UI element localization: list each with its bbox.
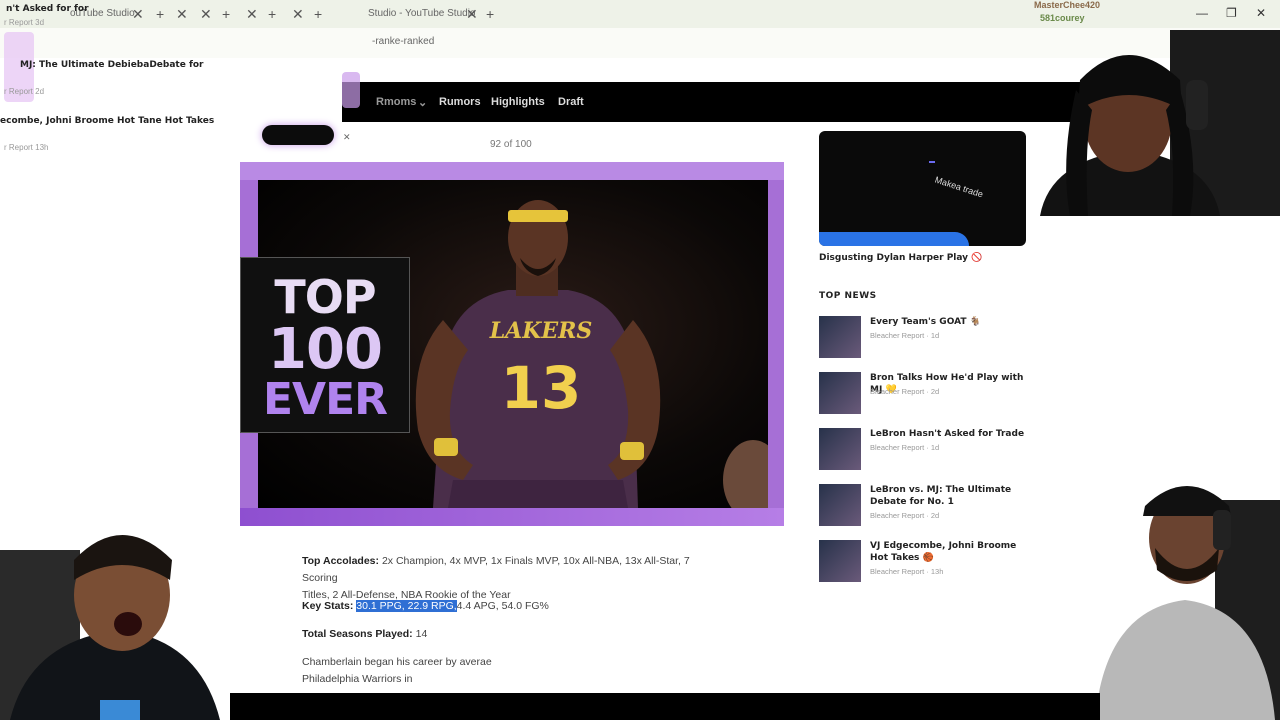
- news-thumbnail[interactable]: [819, 316, 861, 358]
- chat-username: MasterChee420: [1034, 0, 1101, 10]
- close-tab-icon[interactable]: ✕: [292, 4, 304, 24]
- close-tab-icon[interactable]: ✕: [200, 4, 212, 24]
- seasons-label: Total Seasons Played:: [302, 628, 413, 640]
- new-tab-icon[interactable]: +: [268, 4, 276, 24]
- new-tab-icon[interactable]: +: [156, 4, 164, 24]
- news-source: Bleacher Report · 2d: [870, 387, 940, 396]
- accolades-paragraph: Top Accolades: 2x Champion, 4x MVP, 1x F…: [302, 553, 722, 604]
- key-stats-paragraph: Key Stats: 30.1 PPG, 22.9 RPG,4.4 APG, 5…: [302, 598, 549, 615]
- seasons-value: 14: [415, 628, 428, 640]
- body-text: Chamberlain began his career by averae: [302, 656, 492, 668]
- close-tab-icon[interactable]: ✕: [176, 4, 188, 24]
- nav-item-highlights[interactable]: Highlights: [491, 96, 545, 108]
- ghost-meta: r Report 13h: [4, 143, 49, 152]
- stream-bottom-bar: [230, 693, 1100, 720]
- ghost-headline: ecombe, Johni Broome Hot Tane Hot Takes: [0, 116, 215, 126]
- top-news-heading: TOP NEWS: [819, 291, 877, 301]
- news-title[interactable]: LeBron Hasn't Asked for Trade: [870, 428, 1030, 440]
- news-title[interactable]: VJ Edgecombe, Johni Broome Hot Takes 🏀: [870, 540, 1030, 564]
- nav-item-rumors[interactable]: Rumors: [439, 96, 481, 108]
- news-source: Bleacher Report · 13h: [870, 567, 944, 576]
- top100-badge: TOP 100 EVER: [240, 257, 410, 433]
- chevron-down-icon[interactable]: ⌄: [418, 96, 427, 109]
- streamer-avatar: [1040, 30, 1280, 216]
- selected-text[interactable]: 30.1 PPG, 22.9 RPG,: [356, 600, 457, 612]
- streamer-avatar: [0, 535, 220, 720]
- body-paragraph: Chamberlain began his career by averae P…: [302, 654, 492, 688]
- browser-tab[interactable]: Studio - YouTube Studio: [368, 4, 476, 24]
- seasons-paragraph: Total Seasons Played: 14: [302, 626, 427, 643]
- news-thumbnail[interactable]: [819, 484, 861, 526]
- key-stats-text: 4.4 APG, 54.0 FG%: [456, 600, 549, 612]
- ghost-headline: n't Asked for for: [6, 4, 89, 14]
- news-source: Bleacher Report · 1d: [870, 331, 940, 340]
- maximize-icon[interactable]: ❐: [1226, 6, 1237, 20]
- ghost-meta: r Report 2d: [4, 87, 45, 96]
- new-tab-icon[interactable]: +: [486, 4, 494, 24]
- ghost-headline: MJ: The Ultimate DebiebaDebate for: [20, 60, 204, 70]
- webcam-bottom-right: [1095, 470, 1280, 720]
- video-dot: [929, 161, 935, 163]
- new-tab-icon[interactable]: +: [222, 4, 230, 24]
- news-source: Bleacher Report · 1d: [870, 443, 940, 452]
- jersey-number-text: 13: [501, 354, 582, 422]
- close-tab-icon[interactable]: ✕: [246, 4, 258, 24]
- address-text[interactable]: -ranke-ranked: [372, 36, 434, 47]
- news-thumbnail[interactable]: [819, 372, 861, 414]
- slide-counter: 92 of 100: [490, 139, 532, 150]
- badge-text: TOP: [274, 270, 376, 324]
- news-source: Bleacher Report · 2d: [870, 511, 940, 520]
- badge-text: 100: [268, 317, 383, 382]
- new-tab-icon[interactable]: +: [314, 4, 322, 24]
- hero-bottom-stripe: [240, 508, 784, 526]
- nav-item-rooms[interactable]: Rmoms: [376, 96, 416, 108]
- streamer-avatar: [1095, 486, 1280, 720]
- accolades-label: Top Accolades:: [302, 555, 380, 567]
- news-title[interactable]: Every Team's GOAT 🐐: [870, 316, 1030, 328]
- key-stats-label: Key Stats:: [302, 600, 354, 612]
- ghost-smear: [342, 72, 360, 108]
- webcam-bottom-left: [0, 520, 230, 720]
- jersey-team-text: LAKERS: [489, 318, 593, 344]
- ghost-meta: r Report 3d: [4, 18, 45, 27]
- badge-text: EVER: [262, 374, 388, 425]
- news-thumbnail[interactable]: [819, 428, 861, 470]
- close-window-icon[interactable]: ✕: [1256, 6, 1266, 20]
- video-title[interactable]: Disgusting Dylan Harper Play 🚫: [819, 253, 982, 263]
- hero-top-stripe: [240, 162, 784, 180]
- close-tab-icon[interactable]: ✕: [132, 4, 144, 24]
- nav-item-draft[interactable]: Draft: [558, 96, 584, 108]
- news-title[interactable]: LeBron vs. MJ: The Ultimate Debate for N…: [870, 484, 1030, 508]
- video-card[interactable]: [819, 131, 1026, 246]
- minimize-icon[interactable]: —: [1196, 6, 1208, 20]
- close-tab-icon[interactable]: ✕: [466, 4, 478, 24]
- ghost-pill-button[interactable]: [262, 125, 334, 145]
- video-accent: [819, 232, 969, 246]
- body-text: Philadelphia Warriors in: [302, 673, 413, 685]
- close-icon[interactable]: ✕: [343, 132, 351, 143]
- news-thumbnail[interactable]: [819, 540, 861, 582]
- webcam-top-right: [1000, 20, 1280, 216]
